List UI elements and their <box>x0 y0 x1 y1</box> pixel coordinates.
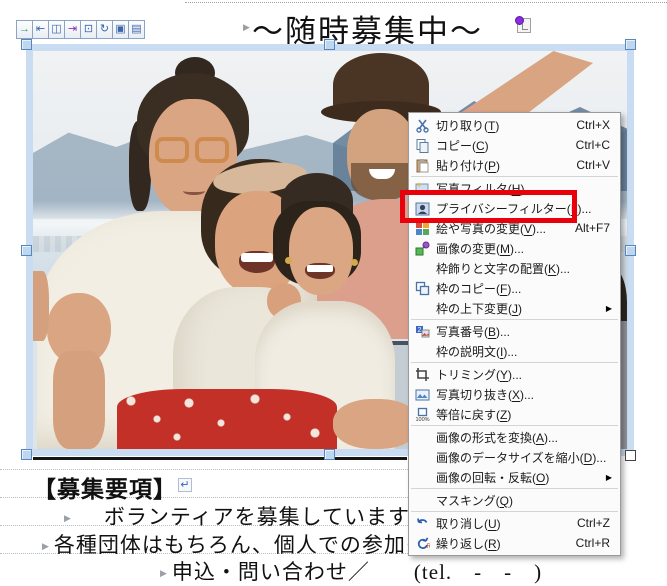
menu-item-label: 写真番号(B)... <box>436 323 510 340</box>
resize-handle-mid-right[interactable] <box>625 245 636 256</box>
menu-item-label: コピー(C) <box>436 137 489 154</box>
menu-item-label: 画像の変更(M)... <box>436 240 524 257</box>
menu-item-undo[interactable]: 取り消し(U) Ctrl+Z <box>409 513 620 533</box>
menu-item-photo-cutout[interactable]: 写真切り抜き(X)... <box>409 384 620 404</box>
menu-item-label: 枠飾りと文字の配置(K)... <box>436 260 570 277</box>
menu-item-redo[interactable]: R 繰り返し(R) Ctrl+R <box>409 533 620 553</box>
no-icon <box>412 449 432 465</box>
menu-item-reduce-data-size[interactable]: 画像のデータサイズを縮小(D)... <box>409 447 620 467</box>
menu-item-convert-format[interactable]: 画像の形式を変換(A)... <box>409 427 620 447</box>
line-marker-icon: ▶ <box>64 513 72 523</box>
no-icon <box>412 343 432 359</box>
menu-item-label: 枠の上下変更(J) <box>436 300 522 317</box>
redo-icon: R <box>412 535 432 551</box>
no-icon <box>412 300 432 316</box>
title-row: ▶ 〜随時募集中〜 <box>0 4 667 44</box>
menu-item-photo-number[interactable]: 2 写真番号(B)... <box>409 321 620 341</box>
menu-item-shortcut: Ctrl+Z <box>577 516 614 530</box>
resize-handle-top-right[interactable] <box>625 39 636 50</box>
menu-item-shortcut: Ctrl+R <box>576 536 614 550</box>
undo-icon <box>412 515 432 531</box>
app-canvas: →⇤◫⇥⊡↻▣▤ ▶ 〜随時募集中〜 <box>0 0 667 574</box>
submenu-arrow-icon: ▶ <box>606 473 614 482</box>
doc-line: ▶ボランティアを募集しています <box>64 501 410 531</box>
menu-separator <box>411 319 618 320</box>
menu-item-label: 画像のデータサイズを縮小(D)... <box>436 449 606 466</box>
line-marker-icon: ▶ <box>160 568 168 578</box>
image-change-icon <box>412 240 432 256</box>
paste-icon <box>412 157 432 173</box>
svg-text:100%: 100% <box>415 417 429 422</box>
section-rule <box>33 457 407 460</box>
svg-text:2: 2 <box>417 327 421 334</box>
doc-heading: 【募集要項】 <box>33 470 177 504</box>
menu-item-shortcut: Alt+F7 <box>575 221 614 235</box>
scissors-icon <box>412 117 432 133</box>
menu-separator <box>411 511 618 512</box>
doc-line: ▶申込・問い合わせ／ (tel. - - ) <box>160 556 542 586</box>
photo-cutout-icon <box>412 386 432 402</box>
menu-item-copy-frame[interactable]: 枠のコピー(F)... <box>409 278 620 298</box>
menu-item-rotate-flip[interactable]: 画像の回転・反転(O) ▶ <box>409 467 620 487</box>
menu-item-label: 枠の説明文(I)... <box>436 343 517 360</box>
resize-handle-top-left[interactable] <box>21 39 32 50</box>
menu-item-label: 画像の形式を変換(A)... <box>436 429 558 446</box>
menu-item-frame-decoration[interactable]: 枠飾りと文字の配置(K)... <box>409 258 620 278</box>
menu-item-label: 切り取り(T) <box>436 117 499 134</box>
menu-item-label: 枠のコピー(F)... <box>436 280 521 297</box>
context-menu: 切り取り(T) Ctrl+X コピー(C) Ctrl+C 貼り付け(P) Ctrl+V 写真… <box>408 112 621 556</box>
frame-anchor-icon <box>517 18 531 33</box>
line-marker-icon: ▶ <box>243 22 250 33</box>
doc-line: ▶各種団体はもちろん、個人での参加も <box>42 529 428 559</box>
menu-item-cut[interactable]: 切り取り(T) Ctrl+X <box>409 115 620 135</box>
menu-separator <box>411 425 618 426</box>
menu-item-shortcut: Ctrl+V <box>576 158 614 172</box>
menu-item-label: マスキング(Q) <box>436 492 513 509</box>
menu-item-shortcut: Ctrl+C <box>576 138 614 152</box>
no-icon <box>412 492 432 508</box>
annotation-highlight <box>400 190 577 223</box>
menu-item-change-image[interactable]: 画像の変更(M)... <box>409 238 620 258</box>
menu-item-trimming[interactable]: トリミング(Y)... <box>409 364 620 384</box>
resize-handle-bottom-left[interactable] <box>21 449 32 460</box>
return-mark-icon: ↵ <box>178 478 192 492</box>
menu-item-paste[interactable]: 貼り付け(P) Ctrl+V <box>409 155 620 175</box>
menu-item-label: 画像の回転・反転(O) <box>436 469 549 486</box>
resize-handle-mid-left[interactable] <box>21 245 32 256</box>
photo-red-floral-dress <box>117 389 337 449</box>
photo-number-icon: 2 <box>412 323 432 339</box>
menu-separator <box>411 362 618 363</box>
photo-joined-hands <box>333 399 419 449</box>
menu-item-copy[interactable]: コピー(C) Ctrl+C <box>409 135 620 155</box>
no-icon <box>412 469 432 485</box>
menu-item-label: 写真切り抜き(X)... <box>436 386 534 403</box>
menu-item-frame-order[interactable]: 枠の上下変更(J) ▶ <box>409 298 620 318</box>
resize-handle-top-center[interactable] <box>324 39 335 50</box>
menu-item-frame-caption[interactable]: 枠の説明文(I)... <box>409 341 620 361</box>
frame-copy-icon <box>412 280 432 296</box>
resize-handle-bottom-right[interactable] <box>625 450 636 461</box>
page-guide-line <box>185 2 667 3</box>
menu-item-masking[interactable]: マスキング(Q) <box>409 490 620 510</box>
line-marker-icon: ▶ <box>42 541 50 551</box>
menu-item-label: トリミング(Y)... <box>436 366 522 383</box>
menu-item-label: 貼り付け(P) <box>436 157 500 174</box>
copy-icon <box>412 137 432 153</box>
menu-item-label: 取り消し(U) <box>436 515 501 532</box>
menu-item-label: 等倍に戻す(Z) <box>436 406 511 423</box>
svg-text:R: R <box>426 544 430 550</box>
menu-separator <box>411 488 618 489</box>
resize-handle-bottom-center[interactable] <box>324 449 335 460</box>
no-icon <box>412 260 432 276</box>
crop-icon <box>412 366 432 382</box>
menu-item-label: 繰り返し(R) <box>436 535 501 552</box>
menu-item-actual-size[interactable]: 100% 等倍に戻す(Z) <box>409 404 620 424</box>
no-icon <box>412 429 432 445</box>
actual-size-icon: 100% <box>412 406 432 422</box>
submenu-arrow-icon: ▶ <box>606 304 614 313</box>
menu-separator <box>411 176 618 177</box>
menu-item-shortcut: Ctrl+X <box>576 118 614 132</box>
